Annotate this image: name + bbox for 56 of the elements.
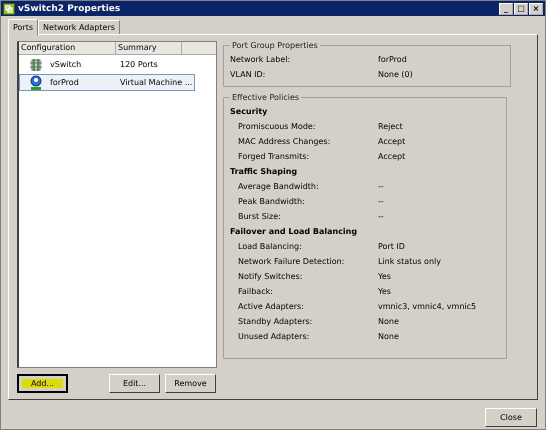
policy-value: Reject [378, 122, 403, 131]
port-name: vSwitch [49, 60, 82, 69]
policy-value: Accept [378, 152, 406, 161]
window-control-button[interactable]: _ [499, 2, 513, 14]
app-logo-icon [3, 2, 15, 14]
property-label: Network Label: [230, 55, 292, 64]
policy-label: Active Adapters: [237, 302, 305, 311]
window-title: vSwitch2 Properties [18, 4, 122, 14]
list-row[interactable]: forProd Virtual Machine ... [19, 74, 195, 91]
policy-value: Port ID [378, 242, 405, 251]
group-title: Port Group Properties [231, 41, 319, 50]
policy-label: Unused Adapters: [237, 332, 310, 341]
property-label: VLAN ID: [230, 70, 266, 79]
column-header[interactable]: Summary [116, 42, 182, 54]
group-title: Effective Policies [231, 93, 300, 102]
column-header[interactable]: Configuration [19, 42, 116, 54]
policy-label: MAC Address Changes: [237, 137, 332, 146]
action-button[interactable]: Edit... [109, 374, 160, 393]
action-button[interactable]: Add... [17, 374, 68, 393]
policy-value: vmnic3, vmnic4, vmnic5 [378, 302, 476, 311]
list-row[interactable]: vSwitch 120 Ports [19, 56, 195, 73]
window-control-button[interactable]: × [529, 2, 543, 14]
port-summary: Virtual Machine ... [120, 78, 192, 87]
close-button[interactable]: Close [485, 408, 537, 427]
policy-value: -- [378, 212, 384, 221]
policy-label: Forged Transmits: [237, 152, 310, 161]
action-button[interactable]: Remove [165, 374, 216, 393]
window-control-button[interactable]: □ [514, 2, 528, 14]
section-heading: Security [230, 106, 268, 118]
policy-value: -- [378, 197, 384, 206]
switch-icon [29, 58, 43, 72]
policy-value: Link status only [378, 257, 441, 266]
policy-label: Promiscuous Mode: [237, 122, 317, 131]
policy-label: Standby Adapters: [237, 317, 314, 326]
policy-label: Network Failure Detection: [237, 257, 346, 266]
policy-label: Notify Switches: [237, 272, 304, 281]
section-heading: Failover and Load Balancing [230, 226, 358, 238]
property-value: forProd [378, 55, 407, 64]
policy-value: None [378, 317, 399, 326]
property-value: None (0) [378, 70, 413, 79]
policy-value: Accept [378, 137, 406, 146]
port-summary: 120 Ports [120, 60, 158, 69]
tab[interactable]: Ports [8, 19, 38, 35]
policy-label: Failback: [237, 287, 274, 296]
policy-value: None [378, 332, 399, 341]
policy-value: -- [378, 182, 384, 191]
policy-value: Yes [378, 272, 391, 281]
globe-icon [29, 75, 43, 90]
section-heading: Traffic Shaping [230, 166, 298, 178]
port-name: forProd [49, 78, 80, 87]
policy-label: Load Balancing: [237, 242, 303, 251]
policy-label: Peak Bandwidth: [237, 197, 306, 206]
policy-label: Burst Size: [237, 212, 282, 221]
tab[interactable]: Network Adapters [38, 20, 120, 34]
policy-label: Average Bandwidth: [237, 182, 320, 191]
policy-value: Yes [378, 287, 391, 296]
